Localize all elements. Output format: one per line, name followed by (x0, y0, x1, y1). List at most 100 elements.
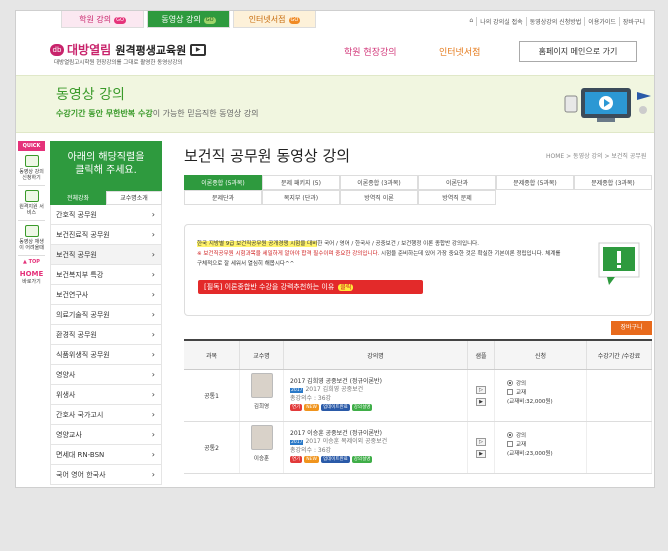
chevron-right-icon: › (151, 270, 155, 279)
notice-box: 한국 지방별 9급 보건직공무원 공개경쟁 시험을 대비한 국어 / 영어 / … (184, 224, 652, 316)
video-screen-icon (564, 88, 651, 122)
textbook-checkbox[interactable] (507, 389, 513, 395)
lecture-radio[interactable] (507, 380, 513, 386)
quick-home-link[interactable]: HOME (18, 268, 45, 278)
professor-photo[interactable] (250, 425, 273, 450)
go-badge: GO (114, 17, 126, 24)
site-logo[interactable]: db 대방열림 원격평생교육원 ▶ (50, 41, 207, 58)
my-classroom-link[interactable]: 나의 강의실 접속 (476, 17, 525, 26)
quick-video-help[interactable]: 동영상 재생이 어려울때 (18, 221, 45, 256)
period-fee-cell (587, 422, 652, 473)
quick-remote-support[interactable]: 원격지원 서비스 (18, 186, 45, 221)
professor-cell: 김희영 (240, 370, 284, 421)
go-badge: GO (203, 17, 216, 24)
quick-apply-lecture[interactable]: 동영상 강의 신청하기 (18, 151, 45, 186)
click-badge: 클릭 (338, 284, 354, 291)
course-tab[interactable]: 문제 패키지 (5) (262, 175, 340, 190)
sidebar-item[interactable]: 보건진료직 공무원 › (50, 225, 162, 245)
tab-label: 인터넷서점 (248, 15, 286, 24)
tab-label: 학원 강의 (79, 15, 112, 24)
cart-link[interactable]: 장바구니 (618, 17, 648, 26)
top-tabs: 학원 강의 GO 동영상 강의 GO 인터넷서점 GO (61, 11, 319, 28)
course-tag: 업데이트완료 (320, 456, 350, 463)
chevron-right-icon: › (151, 310, 155, 319)
headset-icon (24, 190, 39, 202)
sample-play-icon[interactable]: ▷ (476, 437, 486, 446)
course-tag[interactable]: 강의설명 (351, 456, 373, 463)
category-cell: 공통1 (184, 370, 240, 421)
sidebar-item[interactable]: 보건연구사 › (50, 285, 162, 305)
textbook-price: (교재비:32,000원) (507, 399, 553, 405)
course-tag: 연기 (290, 404, 303, 411)
course-tab[interactable]: 문제단과 (184, 190, 262, 205)
course-tab[interactable]: 문제종합 (3과목) (574, 175, 652, 190)
sidebar-item[interactable]: 보건직 공무원 › (50, 245, 162, 265)
course-tag[interactable]: 강의설명 (351, 404, 373, 411)
sidebar-item[interactable]: 면세대 RN-BSN › (50, 445, 162, 465)
sidebar-item[interactable]: 국어 영어 한국사 › (50, 465, 162, 485)
how-to-apply-link[interactable]: 동영상강의 신청방법 (525, 17, 585, 26)
sidebar-tab-all[interactable]: 전체강좌 (50, 191, 106, 205)
textbook-checkbox[interactable] (507, 441, 513, 447)
lecture-count: 총강의수 : 36강 (290, 447, 332, 454)
option-cell: 강의 교재 (교재비:23,000원) (495, 422, 587, 473)
sidebar-item[interactable]: 의료기술직 공무원 › (50, 305, 162, 325)
tab-academy-lectures[interactable]: 학원 강의 GO (61, 11, 144, 28)
sidebar-item[interactable]: 식품위생직 공무원 › (50, 345, 162, 365)
tab-video-lectures[interactable]: 동영상 강의 GO (147, 11, 230, 28)
textbook-price: (교재비:23,000원) (507, 451, 553, 457)
add-to-cart-button[interactable]: 장바구니 (611, 321, 652, 335)
sidebar-item[interactable]: 환경직 공무원 › (50, 325, 162, 345)
utility-links: ⌂ 나의 강의실 접속 동영상강의 신청방법 이용가이드 장바구니 (466, 17, 648, 26)
lecture-title[interactable]: 2017 김희영 공중보건 (정규이론반) (290, 378, 467, 386)
must-read-button[interactable]: [필독] 이론종합반 수강을 강력추천하는 이유 클릭 (198, 280, 423, 294)
lecture-title[interactable]: 2017 이승훈 공중보건 (정규이론반) (290, 430, 467, 438)
guide-link[interactable]: 이용가이드 (584, 17, 619, 26)
tab-bookstore[interactable]: 인터넷서점 GO (233, 11, 316, 28)
quick-header: QUICK (18, 141, 45, 151)
course-tab[interactable]: 이론종합 (5과목) (184, 175, 262, 190)
clapperboard-icon (24, 155, 39, 167)
sidebar-item[interactable]: 영양교사 › (50, 425, 162, 445)
hero-banner: 동영상 강의 수강기간 동안 무한반복 수강이 가능한 믿음직한 동영상 강의 (16, 75, 654, 133)
sidebar-item[interactable]: 간호직 공무원 › (50, 205, 162, 225)
sidebar-item[interactable]: 위생사 › (50, 385, 162, 405)
quick-menu: QUICK 동영상 강의 신청하기 원격지원 서비스 동영상 재생이 어려울때 … (18, 141, 45, 285)
lecture-radio[interactable] (507, 432, 513, 438)
sidebar-item[interactable]: 영양사 › (50, 365, 162, 385)
category-cell: 공통2 (184, 422, 240, 473)
nav-academy-link[interactable]: 학원 현장강의 (344, 45, 397, 58)
chevron-right-icon: › (151, 410, 155, 419)
chevron-right-icon: › (151, 370, 155, 379)
course-tab[interactable]: 이론단과 (418, 175, 496, 190)
sidebar-tab-professors[interactable]: 교수명소개 (106, 191, 162, 205)
sidebar-tabs: 전체강좌 교수명소개 (50, 191, 162, 205)
course-tab[interactable]: 방역직 문제 (418, 190, 496, 205)
logo-tagline: 대방열림고시학원 현장강의를 그대로 촬영한 동영상강의 (54, 60, 183, 66)
table-body: 공통1 김희영 2017 김희영 공중보건 (정규이론반) 2017 2017 김희영 … (184, 370, 652, 474)
course-tab[interactable]: 문제종합 (5과목) (496, 175, 574, 190)
nav-bookstore-link[interactable]: 인터넷서점 (439, 45, 480, 58)
course-tab[interactable]: 방역직 이론 (340, 190, 418, 205)
scroll-top-button[interactable]: ▲ TOP (18, 256, 45, 268)
course-tag: 연기 (290, 456, 303, 463)
sample-video-icon[interactable]: ▶ (476, 397, 486, 406)
home-main-button[interactable]: 홈페이지 메인으로 가기 (519, 41, 637, 62)
professor-photo[interactable] (250, 373, 273, 398)
sidebar-item[interactable]: 보건복지부 특강 › (50, 265, 162, 285)
course-tag: NEW (304, 404, 319, 411)
course-tab[interactable]: 이론종합 (3과목) (340, 175, 418, 190)
sample-cell: ▷ ▶ (468, 422, 495, 473)
course-tab[interactable]: 복지부 (단과) (262, 190, 340, 205)
browser-frame: 학원 강의 GO 동영상 강의 GO 인터넷서점 GO ⌂ 나의 강의실 접속 동영상… (15, 10, 655, 488)
notice-text: 한국 지방별 9급 보건직공무원 공개경쟁 시험을 대비한 국어 / 영어 / … (197, 241, 561, 267)
tag-list: 연기 NEW 업데이트완료 강의설명 (290, 403, 467, 411)
tab-label: 동영상 강의 (161, 15, 201, 24)
course-table: 과목 교수명 강의명 샘플 신청 수강기간 /수강료 공통1 김희영 2017 김희… (184, 339, 652, 474)
sidebar-item[interactable]: 간호사 국가고시 › (50, 405, 162, 425)
sample-play-icon[interactable]: ▷ (476, 385, 486, 394)
tag-list: 연기 NEW 업데이트완료 강의설명 (290, 455, 467, 463)
option-cell: 강의 교재 (교재비:32,000원) (495, 370, 587, 421)
sample-video-icon[interactable]: ▶ (476, 449, 486, 458)
home-icon[interactable]: ⌂ (466, 17, 476, 26)
